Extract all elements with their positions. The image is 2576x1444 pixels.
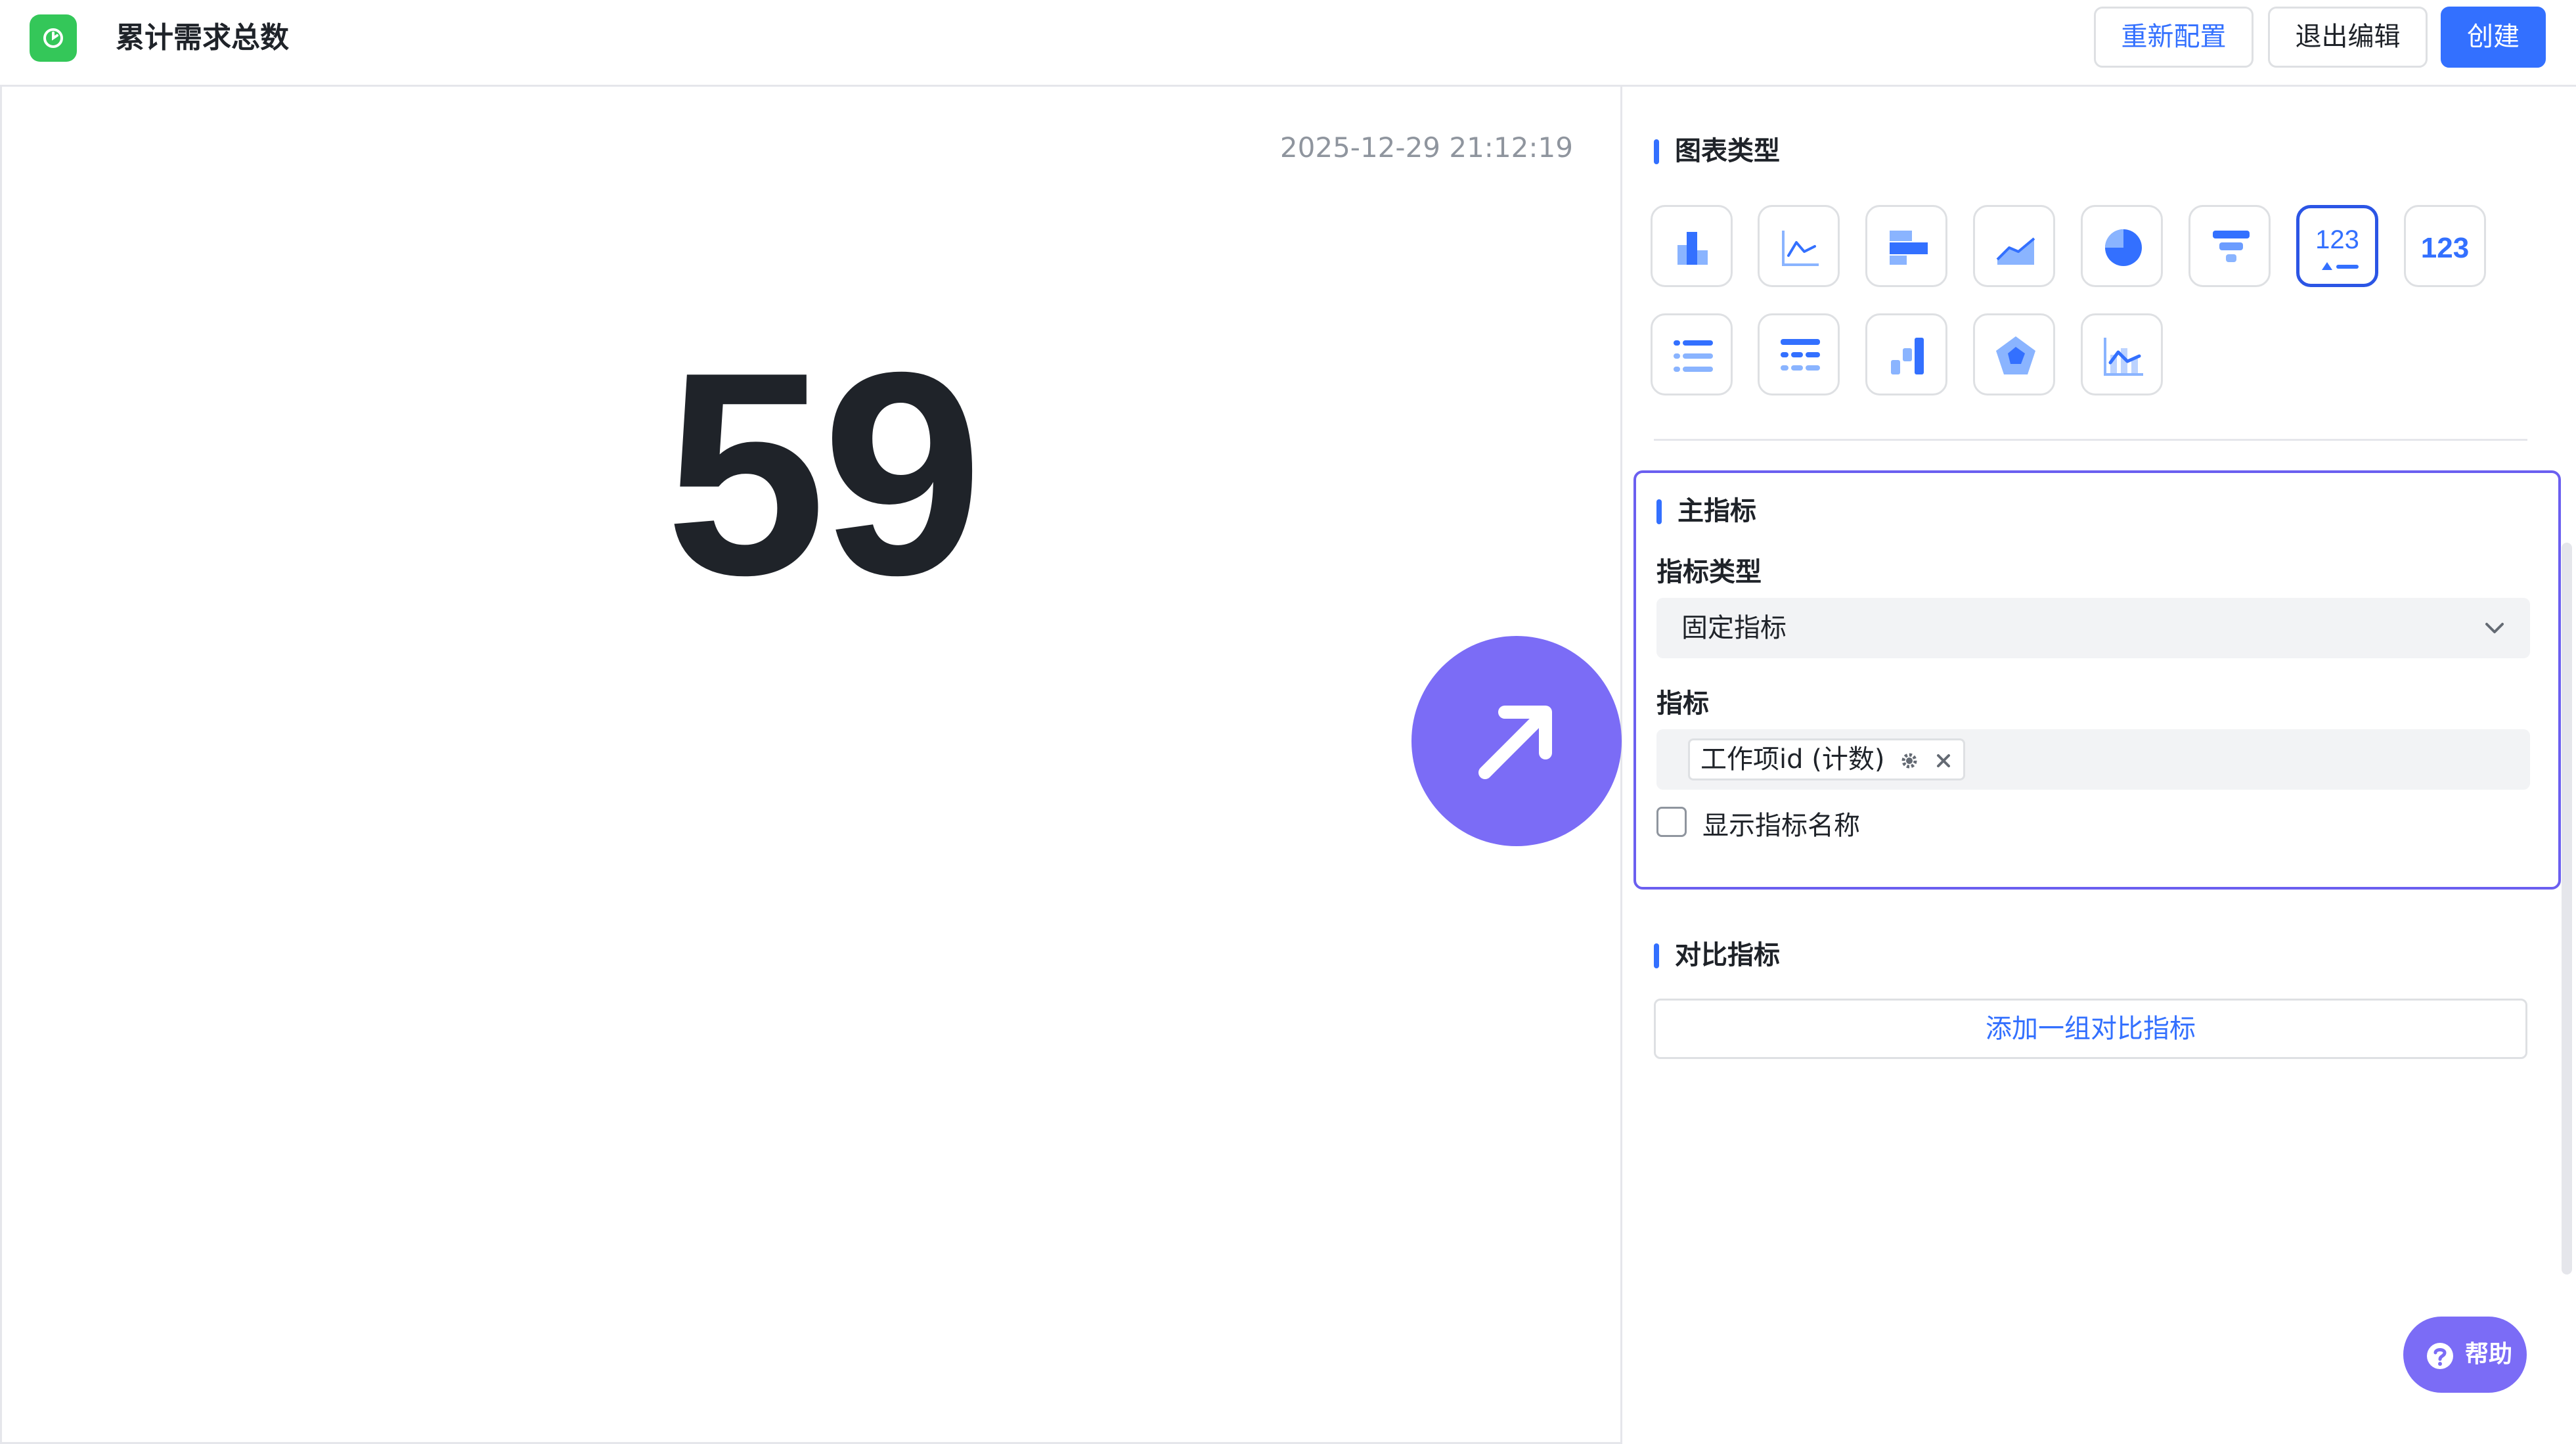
create-button[interactable]: 创建 [2441,7,2546,68]
metric-card-icon[interactable]: 123 [2404,205,2486,287]
waterfall-chart-icon[interactable] [1865,313,1947,395]
metric-tag: 工作项id (计数) [1688,738,1965,780]
scrollbar[interactable] [2562,543,2572,1275]
metric-type-select[interactable]: 固定指标 [1656,598,2530,658]
metric-select[interactable]: 工作项id (计数) [1656,729,2530,790]
metric-type-value: 固定指标 [1681,613,1787,643]
metric-label: 指标 [1656,688,1709,719]
question-icon [2427,1343,2453,1369]
horizontal-bar-chart-icon[interactable] [1865,205,1947,287]
config-panel: 图表类型 123 123 主指标 指标类型 固定指标 指标 工作项id (计数)… [1624,87,2576,1444]
metric-value: 59 [665,313,983,635]
preview-timestamp: 2025-12-29 21:12:19 [1279,131,1573,164]
chart-type-title: 图表类型 [1654,131,1780,171]
combo-chart-icon[interactable] [2081,313,2163,395]
exit-edit-button[interactable]: 退出编辑 [2268,7,2428,68]
bar-chart-icon[interactable] [1651,205,1733,287]
page-title: 累计需求总数 [116,21,289,55]
radar-chart-icon[interactable] [1973,313,2055,395]
metric-card-trend-icon[interactable]: 123 [2296,205,2378,287]
help-button[interactable]: 帮助 [2403,1317,2527,1393]
close-icon[interactable] [1934,752,1953,770]
area-chart-icon[interactable] [1973,205,2055,287]
table-icon[interactable] [1758,313,1840,395]
metric-tag-label: 工作项id (计数) [1700,744,1885,775]
main-metric-title: 主指标 [1656,491,1756,531]
pie-chart-icon[interactable] [2081,205,2163,287]
list-icon[interactable] [1651,313,1733,395]
compare-metric-title: 对比指标 [1654,936,1780,975]
help-label: 帮助 [2465,1341,2513,1368]
gear-icon[interactable] [1899,751,1919,771]
show-metric-name-checkbox[interactable] [1656,807,1687,837]
section-divider [1654,439,2527,441]
metric-type-label: 指标类型 [1656,557,1762,587]
arrow-up-right-icon [1478,706,1552,779]
main-metric-section: 主指标 指标类型 固定指标 指标 工作项id (计数) 显示指标名称 [1633,470,2561,890]
chevron-down-icon [2485,623,2504,633]
add-compare-metric-button[interactable]: 添加一组对比指标 [1654,999,2527,1059]
show-metric-name-label: 显示指标名称 [1702,811,1860,841]
funnel-chart-icon[interactable] [2188,205,2271,287]
floating-action-button[interactable] [1411,636,1622,846]
top-bar: 累计需求总数 重新配置 退出编辑 创建 [0,0,2576,87]
metric-card-text: 123 [2420,232,2470,264]
line-chart-icon[interactable] [1758,205,1840,287]
app-logo-icon [30,14,77,62]
metric-card-trend-text: 123 [2315,225,2359,254]
reconfigure-button[interactable]: 重新配置 [2094,7,2254,68]
chart-preview-panel: 2025-12-29 21:12:19 59 [0,87,1622,1444]
